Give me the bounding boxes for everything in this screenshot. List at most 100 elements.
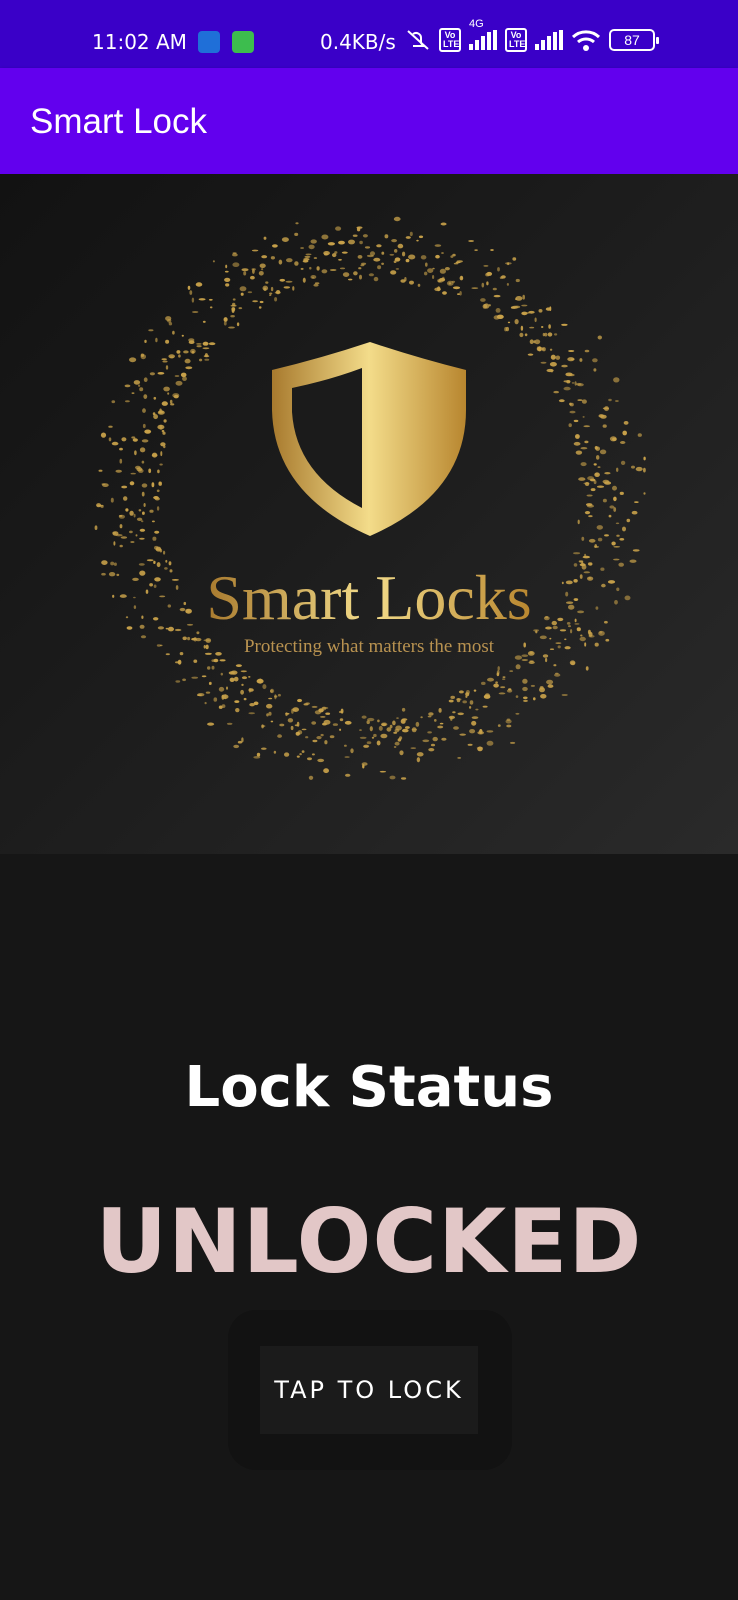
gold-speckle: [637, 433, 642, 437]
gold-speckle: [161, 358, 167, 361]
gold-speckle: [613, 377, 620, 383]
gold-speckle: [162, 360, 168, 363]
gold-speckle: [341, 251, 348, 254]
gold-speckle: [161, 401, 168, 406]
gold-speckle: [314, 282, 320, 285]
tap-to-lock-button[interactable]: TAP TO LOCK: [260, 1346, 478, 1434]
gold-speckle: [477, 746, 483, 752]
gold-speckle: [154, 497, 160, 501]
gold-speckle: [121, 485, 128, 489]
gold-speckle: [566, 380, 571, 384]
gold-speckle: [586, 503, 593, 507]
gold-speckle: [135, 465, 141, 470]
battery-level: 87: [624, 32, 640, 48]
gold-speckle: [203, 355, 210, 358]
gold-speckle: [569, 410, 576, 414]
gold-speckle: [285, 280, 293, 283]
gold-speckle: [573, 419, 579, 423]
gold-speckle: [604, 406, 609, 412]
gold-speckle: [401, 707, 406, 712]
gold-speckle: [635, 466, 643, 472]
gold-speckle: [432, 275, 435, 279]
gold-speckle: [512, 257, 517, 261]
gold-speckle: [141, 491, 145, 497]
gold-speckle: [508, 688, 512, 691]
gold-speckle: [575, 450, 583, 455]
gold-speckle: [157, 372, 165, 375]
gold-speckle: [232, 302, 236, 307]
android-app-icon: [232, 31, 254, 53]
gold-speckle: [598, 630, 605, 636]
gold-speckle: [583, 425, 590, 428]
gold-speckle: [236, 322, 240, 327]
gold-speckle: [359, 240, 363, 245]
gold-speckle: [481, 681, 486, 685]
gold-speckle: [259, 678, 262, 684]
gold-speckle: [619, 538, 625, 541]
gold-speckle: [308, 244, 315, 250]
gold-speckle: [170, 356, 174, 359]
gold-speckle: [108, 572, 116, 577]
gold-speckle: [139, 528, 146, 532]
gold-speckle: [113, 541, 116, 546]
gold-speckle: [292, 286, 295, 291]
gold-speckle: [223, 321, 227, 326]
gold-speckle: [174, 628, 182, 632]
app-bar: Smart Lock: [0, 68, 738, 174]
gold-speckle: [582, 555, 590, 559]
gold-speckle: [116, 573, 120, 577]
gold-speckle: [153, 617, 159, 621]
gold-speckle: [561, 581, 564, 585]
gold-speckle: [540, 361, 547, 364]
gold-speckle: [577, 610, 585, 614]
brand-name: Smart Locks: [206, 562, 531, 633]
gold-speckle: [180, 372, 187, 378]
gold-speckle: [191, 676, 199, 679]
gold-speckle: [530, 684, 536, 687]
gold-speckle: [471, 720, 477, 726]
gold-speckle: [623, 421, 629, 425]
gold-speckle: [596, 525, 603, 530]
wifi-icon: [571, 30, 601, 51]
gold-speckle: [149, 583, 154, 587]
gold-speckle: [500, 686, 506, 689]
gold-speckle: [471, 287, 479, 289]
gold-speckle: [225, 264, 228, 269]
gold-speckle: [232, 262, 240, 267]
gold-speckle: [601, 583, 606, 588]
gold-speckle: [420, 255, 427, 260]
gold-speckle: [565, 591, 569, 597]
gold-speckle: [181, 334, 184, 337]
gold-speckle: [159, 424, 163, 430]
gold-speckle: [248, 676, 251, 678]
gold-speckle: [224, 270, 229, 273]
gold-speckle: [366, 254, 374, 258]
gold-speckle: [133, 596, 136, 599]
gold-speckle: [193, 637, 197, 642]
gold-speckle: [482, 705, 488, 708]
gold-speckle: [616, 534, 620, 537]
gold-speckle: [527, 353, 534, 356]
gold-speckle: [609, 436, 617, 442]
gold-speckle: [410, 747, 417, 749]
gold-speckle: [125, 616, 129, 619]
gold-speckle: [499, 276, 504, 279]
gold-speckle: [529, 326, 535, 329]
gold-speckle: [240, 670, 247, 673]
gold-speckle: [459, 733, 467, 736]
gold-speckle: [241, 683, 244, 686]
gold-speckle: [521, 654, 529, 657]
gold-speckle: [132, 438, 138, 442]
gold-speckle: [381, 722, 388, 727]
gold-speckle: [515, 712, 520, 715]
gold-speckle: [554, 333, 558, 336]
gold-speckle: [579, 574, 583, 579]
gold-speckle: [536, 347, 545, 351]
gold-speckle: [402, 728, 409, 733]
gold-speckle: [361, 262, 367, 265]
gold-speckle: [129, 510, 134, 516]
gold-speckle: [522, 686, 528, 692]
status-icons: Vo LTE 4G Vo LTE 87: [405, 18, 659, 52]
gold-speckle: [439, 268, 446, 274]
gold-speckle: [437, 725, 444, 729]
